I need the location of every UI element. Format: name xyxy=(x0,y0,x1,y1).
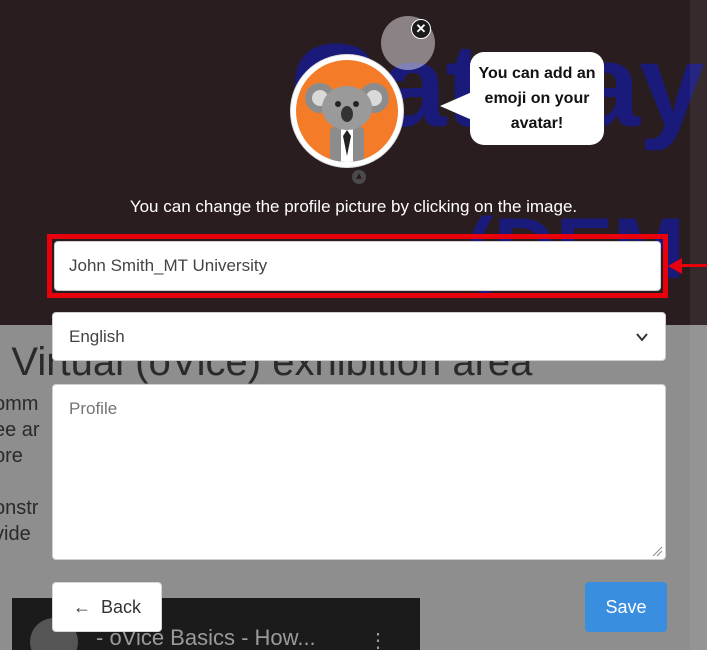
language-select-value: English xyxy=(69,326,125,346)
back-button[interactable]: ← Back xyxy=(52,582,162,632)
background-paragraph-line: pre xyxy=(0,445,23,467)
pointer-arrow-line xyxy=(682,264,707,267)
speech-bubble-tail xyxy=(440,92,472,120)
resize-handle-icon[interactable] xyxy=(651,545,663,557)
scrollbar-track xyxy=(690,0,707,650)
background-paragraph-line: onstr xyxy=(0,497,39,519)
video-menu-icon: ⋮ xyxy=(368,630,388,650)
background-paragraph-line: omm xyxy=(0,393,39,415)
emoji-hint-bubble: You can add an emoji on your avatar! xyxy=(470,52,604,145)
koala-avatar-icon xyxy=(296,60,398,162)
save-button[interactable]: Save xyxy=(585,582,667,632)
close-icon[interactable]: ✕ xyxy=(411,19,431,39)
back-button-label: Back xyxy=(100,596,142,617)
scroll-indicator-icon: ▲ xyxy=(352,170,366,184)
avatar[interactable] xyxy=(291,55,403,167)
chevron-down-icon xyxy=(636,332,648,342)
profile-textarea[interactable] xyxy=(52,384,666,560)
background-paragraph-line: ee ar xyxy=(0,419,40,441)
display-name-input[interactable] xyxy=(54,241,661,291)
background-paragraph-line: vide xyxy=(0,523,31,545)
arrow-left-icon: ← xyxy=(72,596,91,617)
language-select[interactable]: English xyxy=(52,312,666,361)
profile-overlay-page: Gatway (DEM e Virtual (oVice) exhibition… xyxy=(0,0,707,650)
profile-picture-hint: You can change the profile picture by cl… xyxy=(129,197,578,216)
pointer-arrow-icon xyxy=(668,258,682,274)
